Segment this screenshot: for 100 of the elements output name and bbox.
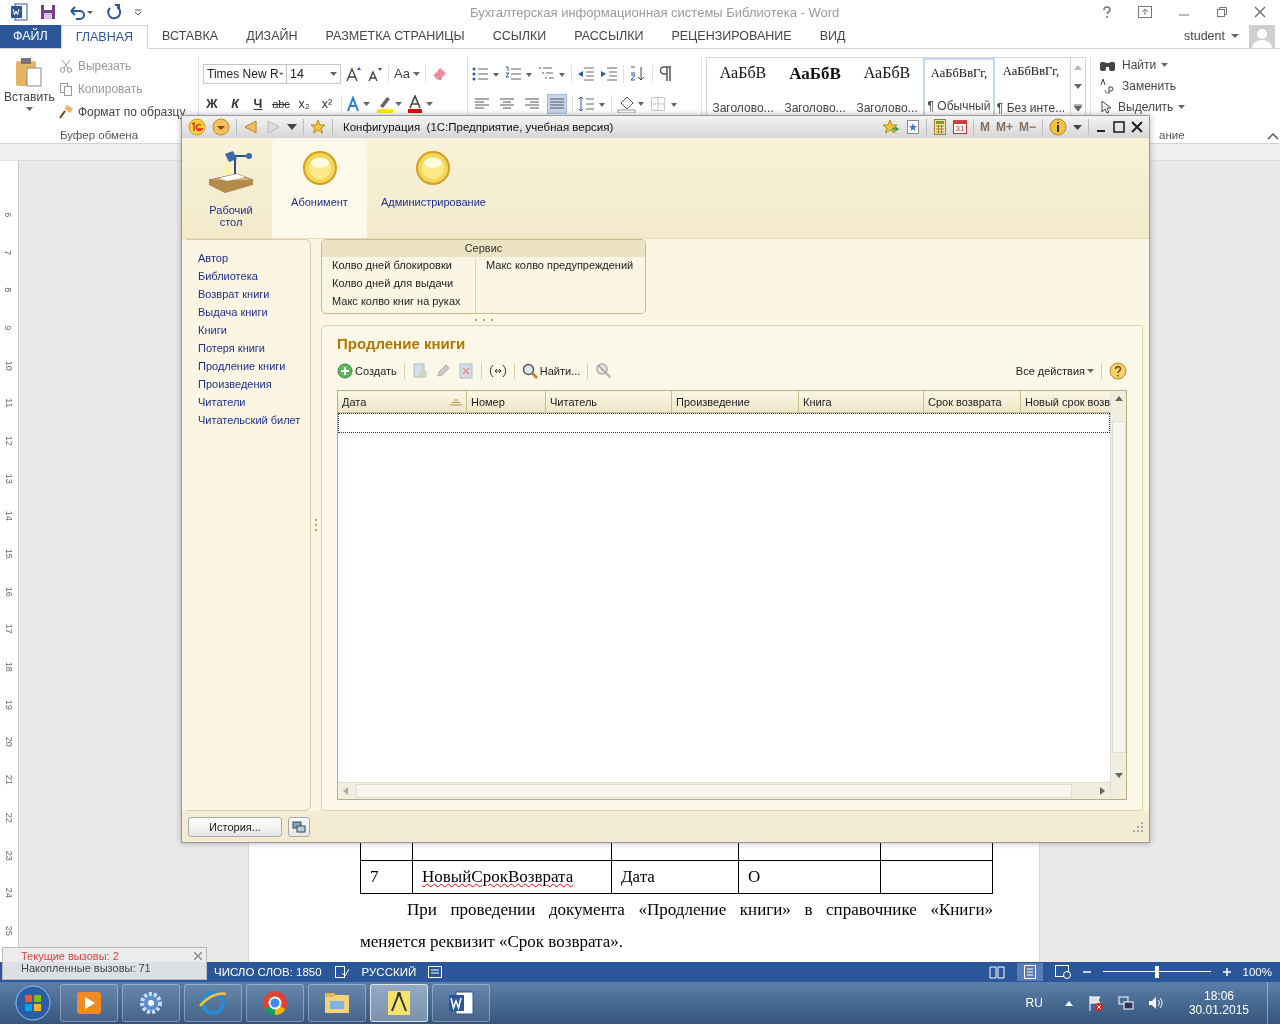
customize-caret-icon[interactable] <box>134 8 142 17</box>
taskbar-app[interactable] <box>60 984 118 1022</box>
change-case-button[interactable]: Aa <box>394 66 420 82</box>
column-header[interactable]: Срок возврата <box>924 391 1021 412</box>
column-header[interactable]: Читатель <box>546 391 672 412</box>
section-tab[interactable]: Администрирование <box>371 138 496 238</box>
ribbon-tab[interactable]: РЕЦЕНЗИРОВАНИЕ <box>657 24 806 48</box>
memory-button[interactable]: M <box>979 120 990 134</box>
service-link[interactable]: Макс колво предупреждений <box>486 259 634 277</box>
word-count[interactable]: ЧИСЛО СЛОВ: 1850 <box>214 966 322 978</box>
paste-button[interactable]: Вставить <box>4 52 55 129</box>
find-button[interactable]: Найти... <box>521 363 581 379</box>
ribbon-tab[interactable]: РАССЫЛКИ <box>560 24 658 48</box>
taskbar-app[interactable] <box>432 984 490 1022</box>
line-spacing-icon[interactable] <box>578 95 606 112</box>
ribbon-display-icon[interactable] <box>1138 6 1152 19</box>
zoom-level[interactable]: 100% <box>1242 966 1272 978</box>
column-header[interactable]: Произведение <box>672 391 799 412</box>
column-header[interactable]: Дата <box>338 391 467 412</box>
format-button[interactable]: abc <box>272 97 290 110</box>
calendar-icon[interactable]: 31 <box>952 120 967 134</box>
create-button[interactable]: Создать <box>337 363 397 379</box>
collapse-ribbon-icon[interactable] <box>1267 131 1279 140</box>
windows-button[interactable] <box>288 816 310 837</box>
service-link[interactable]: Колво дней для выдачи <box>332 277 465 295</box>
history-button[interactable]: История... <box>188 816 282 837</box>
highlighter-icon[interactable] <box>376 94 402 113</box>
resize-grip-icon[interactable] <box>1133 821 1143 832</box>
navigation-link[interactable]: Книги <box>198 324 310 342</box>
start-button-icon[interactable] <box>15 985 51 1021</box>
navigation-link[interactable]: Автор <box>198 252 310 270</box>
ribbon-tab[interactable]: ГЛАВНАЯ <box>60 24 149 49</box>
word-logo-icon[interactable] <box>10 3 28 22</box>
zoom-out-icon[interactable] <box>1082 968 1091 976</box>
style-item[interactable]: АаБбВ Заголово... <box>707 57 779 118</box>
back-arrow-icon[interactable] <box>243 119 259 135</box>
menu-circle-icon[interactable] <box>212 118 230 136</box>
save-icon[interactable] <box>40 4 56 21</box>
clock-date[interactable]: 30.01.2015 <box>1188 1003 1249 1017</box>
decrease-indent-icon[interactable] <box>577 65 595 82</box>
format-button[interactable]: Ч <box>249 96 267 111</box>
ribbon-tab[interactable]: ДИЗАЙН <box>232 24 312 48</box>
navigation-link[interactable]: Библиотека <box>198 270 310 288</box>
select-button[interactable]: Выделить <box>1099 96 1279 117</box>
taskbar-app[interactable] <box>308 984 366 1022</box>
redo-icon[interactable] <box>106 4 122 21</box>
flag-icon[interactable] <box>1087 995 1104 1011</box>
navigation-link[interactable]: Возврат книги <box>198 288 310 306</box>
ribbon-tab[interactable]: ССЫЛКИ <box>478 24 561 48</box>
navigation-link[interactable]: Произведения <box>198 378 310 396</box>
language-indicator[interactable]: РУССКИЙ <box>361 966 417 978</box>
find-button[interactable]: Найти <box>1099 54 1279 75</box>
service-link[interactable]: Колво дней блокировки <box>332 259 465 277</box>
cancel-search-icon[interactable] <box>595 362 614 380</box>
table-row[interactable] <box>338 413 1110 433</box>
ribbon-tab[interactable]: ВИД <box>805 24 860 48</box>
align-button[interactable] <box>547 93 567 114</box>
proofing-icon[interactable] <box>333 965 350 979</box>
caret-icon[interactable] <box>287 124 297 130</box>
format-button[interactable]: К <box>226 96 244 111</box>
bullet-list-icon[interactable] <box>472 65 500 82</box>
multilevel-list-icon[interactable] <box>538 65 566 82</box>
caret-icon[interactable] <box>1231 33 1239 40</box>
column-header[interactable]: Новый срок возв <box>1021 391 1110 412</box>
font-name-field[interactable]: Times New R <box>203 63 287 84</box>
undo-icon[interactable] <box>68 4 94 21</box>
sort-icon[interactable] <box>629 65 647 82</box>
format-button[interactable]: x₂ <box>295 96 313 111</box>
info-icon[interactable] <box>1049 118 1067 136</box>
taskbar-app[interactable] <box>122 984 180 1022</box>
print-layout-icon[interactable] <box>1016 963 1043 981</box>
shading-icon[interactable] <box>617 94 645 113</box>
taskbar-app[interactable] <box>246 984 304 1022</box>
maximize-icon[interactable] <box>1113 121 1125 133</box>
grow-font-icon[interactable] <box>346 65 362 82</box>
ribbon-tab[interactable]: РАЗМЕТКА СТРАНИЦЫ <box>311 24 479 48</box>
brackets-arrow-icon[interactable] <box>488 363 507 379</box>
calculator-icon[interactable] <box>932 119 947 135</box>
all-actions-button[interactable]: Все действия <box>1015 365 1094 377</box>
replace-button[interactable]: Заменить <box>1099 75 1279 96</box>
section-tab[interactable]: Рабочий стол <box>194 138 268 238</box>
taskbar-app[interactable] <box>184 984 242 1022</box>
column-header[interactable]: Номер <box>467 391 546 412</box>
format-painter-button[interactable]: Формат по образцу <box>58 101 186 122</box>
macro-icon[interactable] <box>428 966 443 978</box>
logo-icon[interactable] <box>188 118 206 136</box>
format-button[interactable]: Ж <box>203 96 221 111</box>
memory-button[interactable]: M+ <box>995 120 1013 134</box>
pilcrow-icon[interactable] <box>658 65 672 82</box>
help-icon[interactable] <box>1102 6 1112 19</box>
navigation-link[interactable]: Читатели <box>198 396 310 414</box>
show-hidden-icons[interactable] <box>1063 999 1074 1007</box>
style-item[interactable]: АаБбВвГг, ¶ Без инте... <box>995 57 1067 118</box>
style-item[interactable]: АаБбВ Заголово... <box>779 57 851 118</box>
borders-icon[interactable] <box>650 95 678 112</box>
section-tab[interactable]: Абонимент <box>272 138 367 238</box>
close-icon[interactable] <box>1131 121 1143 133</box>
vertical-scrollbar[interactable] <box>1110 391 1126 799</box>
navigation-link[interactable]: Выдача книги <box>198 306 310 324</box>
help-icon[interactable] <box>1109 362 1127 380</box>
